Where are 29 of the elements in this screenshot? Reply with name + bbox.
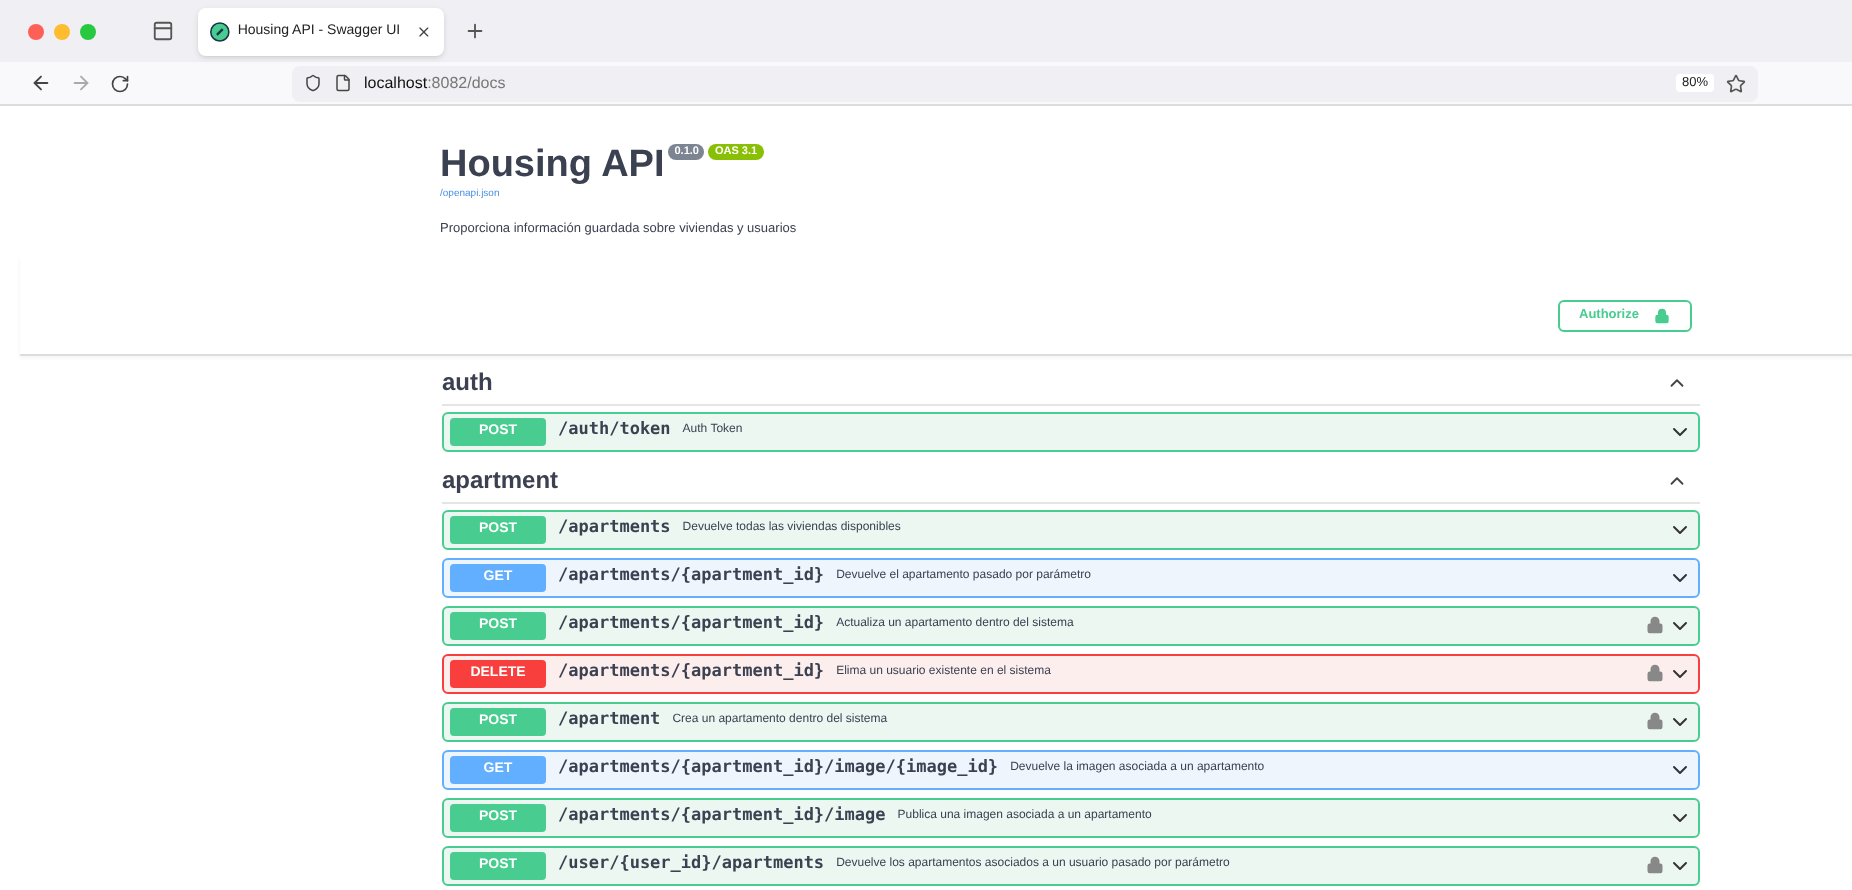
new-tab-icon[interactable] bbox=[464, 20, 486, 42]
lock-icon[interactable] bbox=[1646, 712, 1664, 731]
tab-overview-icon[interactable] bbox=[152, 20, 174, 42]
reload-icon[interactable] bbox=[110, 73, 130, 93]
api-title: Housing API bbox=[440, 144, 665, 188]
shield-icon[interactable] bbox=[304, 74, 322, 92]
lock-icon[interactable] bbox=[1646, 664, 1664, 683]
endpoint-path: /apartments bbox=[558, 516, 671, 543]
endpoint-path: /apartments/{apartment_id}/image/{image_id} bbox=[558, 756, 999, 783]
close-tab-icon[interactable] bbox=[416, 24, 432, 40]
lock-icon[interactable] bbox=[1646, 856, 1664, 875]
lock-icon bbox=[1654, 307, 1671, 324]
url-text: localhost:8082/docs bbox=[364, 71, 506, 95]
endpoint-path: /apartments/{apartment_id} bbox=[558, 612, 825, 639]
page-icon bbox=[334, 74, 352, 92]
endpoint-path: /apartments/{apartment_id} bbox=[558, 564, 825, 591]
section-header[interactable]: apartment bbox=[442, 459, 1700, 504]
back-icon[interactable] bbox=[30, 72, 52, 94]
swagger-logo-icon bbox=[210, 22, 230, 42]
section-title: auth bbox=[442, 366, 493, 401]
endpoint-path: /apartments/{apartment_id}/image bbox=[558, 804, 886, 831]
lock-icon[interactable] bbox=[1646, 616, 1664, 635]
section-header[interactable]: auth bbox=[442, 361, 1700, 406]
bookmark-star-icon[interactable] bbox=[1726, 73, 1746, 93]
endpoint-path: /user/{user_id}/apartments bbox=[558, 852, 825, 879]
endpoint-path: /apartment bbox=[558, 708, 661, 735]
endpoint-path: /apartments/{apartment_id} bbox=[558, 660, 825, 687]
section-title: apartment bbox=[442, 464, 559, 499]
endpoint-path: /auth/token bbox=[558, 418, 671, 445]
